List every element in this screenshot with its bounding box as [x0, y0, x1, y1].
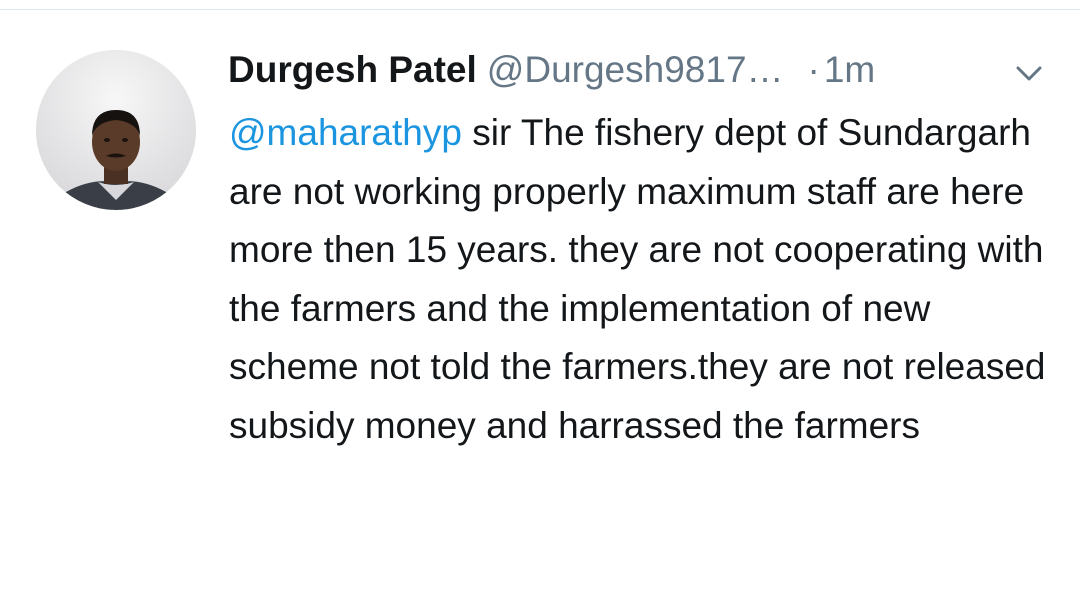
tweet-text: @maharathyp sir The fishery dept of Sund… — [229, 104, 1059, 455]
tweet-header: Durgesh Patel @Durgesh9817… · 1m — [228, 48, 1058, 92]
avatar[interactable] — [36, 50, 196, 210]
top-divider — [0, 9, 1080, 10]
mention-link[interactable]: @maharathyp — [229, 112, 462, 153]
display-name[interactable]: Durgesh Patel — [228, 49, 477, 90]
user-handle[interactable]: @Durgesh9817… — [487, 49, 784, 90]
profile-photo-icon — [36, 50, 196, 210]
chevron-down-icon[interactable] — [1014, 64, 1044, 84]
tweet-body-text: sir The fishery dept of Sundargarh are n… — [229, 112, 1046, 446]
separator-dot: · — [807, 49, 820, 90]
timestamp[interactable]: 1m — [824, 49, 875, 90]
